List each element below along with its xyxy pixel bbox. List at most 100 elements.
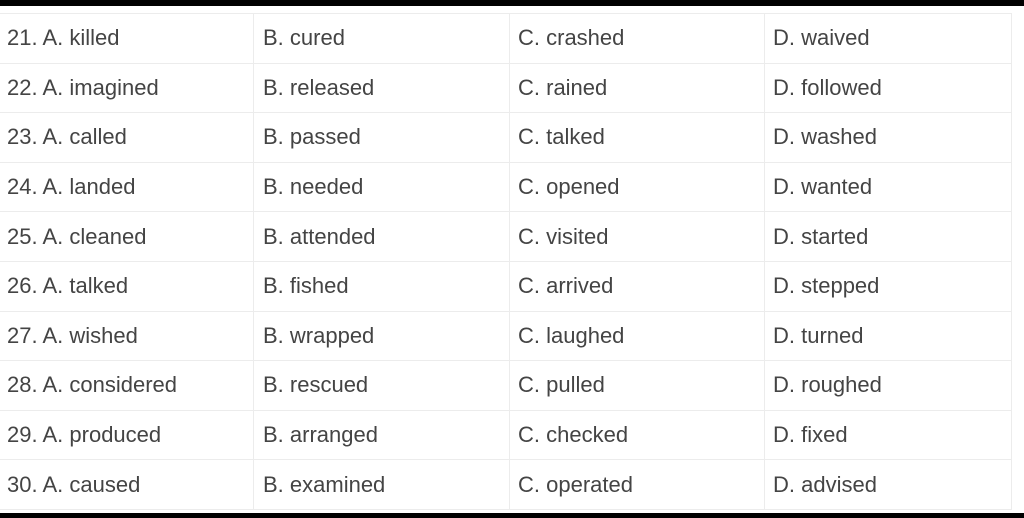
document-page: 21. A. killed B. cured C. crashed D. waived… [0, 6, 1024, 513]
option-a-cell: 24. A. landed [0, 162, 254, 213]
question-number: 23. [7, 124, 38, 150]
option-d: D. wanted [773, 174, 873, 200]
option-c-cell: C. rained [509, 63, 765, 114]
question-number: 22. [7, 74, 38, 100]
option-c: C. visited [518, 223, 609, 249]
question-number: 25. [7, 223, 38, 249]
option-d-cell: D. wanted [764, 162, 1012, 213]
option-a-cell: 22. A. imagined [0, 63, 254, 114]
option-c: C. operated [518, 471, 633, 497]
option-b-cell: B. cured [253, 13, 510, 64]
option-a: A. killed [42, 25, 120, 51]
option-c: C. opened [518, 174, 620, 200]
option-c: C. laughed [518, 322, 625, 348]
option-a: A. called [42, 124, 127, 150]
option-c-cell: C. arrived [509, 261, 765, 312]
option-d: D. roughed [773, 372, 882, 398]
question-number: 26. [7, 273, 38, 299]
option-d-cell: D. followed [764, 63, 1012, 114]
question-row: 22. A. imagined B. released C. rained D. fo… [0, 63, 1012, 114]
option-b-cell: B. released [253, 63, 510, 114]
option-c: C. talked [518, 124, 605, 150]
option-b-cell: B. arranged [253, 410, 510, 461]
option-d-cell: D. waived [764, 13, 1012, 64]
option-a: A. produced [42, 422, 162, 448]
option-b: B. rescued [263, 372, 369, 398]
question-number: 24. [7, 174, 38, 200]
question-row: 29. A. produced B. arranged C. checked D. f… [0, 410, 1012, 461]
option-d-cell: D. stepped [764, 261, 1012, 312]
option-a: A. talked [42, 273, 129, 299]
option-d-cell: D. roughed [764, 360, 1012, 411]
option-c-cell: C. checked [509, 410, 765, 461]
option-b: B. attended [263, 223, 376, 249]
option-d: D. waived [773, 25, 870, 51]
option-b: B. passed [263, 124, 361, 150]
exercise-table: 21. A. killed B. cured C. crashed D. waived… [0, 13, 1012, 510]
option-c-cell: C. operated [509, 459, 765, 510]
option-c: C. pulled [518, 372, 605, 398]
option-a-cell: 21. A. killed [0, 13, 254, 64]
question-row: 24. A. landed B. needed C. opened D. wanted [0, 162, 1012, 213]
option-b-cell: B. rescued [253, 360, 510, 411]
question-number: 27. [7, 322, 38, 348]
question-row: 28. A. considered B. rescued C. pulled D. r… [0, 360, 1012, 411]
option-d: D. turned [773, 322, 864, 348]
option-a: A. landed [42, 174, 136, 200]
option-a-cell: 23. A. called [0, 112, 254, 163]
question-number: 29. [7, 422, 38, 448]
option-d: D. started [773, 223, 869, 249]
option-d: D. advised [773, 471, 877, 497]
option-a-cell: 29. A. produced [0, 410, 254, 461]
option-a-cell: 25. A. cleaned [0, 211, 254, 262]
option-c-cell: C. visited [509, 211, 765, 262]
question-row: 27. A. wished B. wrapped C. laughed D. turn… [0, 311, 1012, 362]
option-d: D. stepped [773, 273, 880, 299]
option-d: D. washed [773, 124, 877, 150]
option-c: C. rained [518, 74, 608, 100]
option-b: B. fished [263, 273, 349, 299]
option-d-cell: D. turned [764, 311, 1012, 362]
option-a: A. wished [42, 322, 138, 348]
option-b-cell: B. fished [253, 261, 510, 312]
option-b: B. examined [263, 471, 386, 497]
option-a: A. imagined [42, 74, 159, 100]
question-row: 26. A. talked B. fished C. arrived D. stepp… [0, 261, 1012, 312]
option-b-cell: B. passed [253, 112, 510, 163]
option-c-cell: C. opened [509, 162, 765, 213]
question-row: 23. A. called B. passed C. talked D. washed [0, 112, 1012, 163]
question-row: 30. A. caused B. examined C. operated D. ad… [0, 459, 1012, 510]
option-d-cell: D. washed [764, 112, 1012, 163]
option-b-cell: B. needed [253, 162, 510, 213]
option-a-cell: 26. A. talked [0, 261, 254, 312]
option-c: C. checked [518, 422, 629, 448]
option-a-cell: 30. A. caused [0, 459, 254, 510]
option-c-cell: C. laughed [509, 311, 765, 362]
option-a-cell: 28. A. considered [0, 360, 254, 411]
question-number: 28. [7, 372, 38, 398]
option-b: B. wrapped [263, 322, 375, 348]
option-c: C. arrived [518, 273, 614, 299]
question-row: 25. A. cleaned B. attended C. visited D. st… [0, 211, 1012, 262]
question-number: 30. [7, 471, 38, 497]
option-d-cell: D. advised [764, 459, 1012, 510]
option-b: B. cured [263, 25, 345, 51]
option-c-cell: C. pulled [509, 360, 765, 411]
option-b: B. arranged [263, 422, 378, 448]
question-number: 21. [7, 25, 38, 51]
option-b: B. released [263, 74, 375, 100]
option-c: C. crashed [518, 25, 625, 51]
option-c-cell: C. crashed [509, 13, 765, 64]
option-a: A. cleaned [42, 223, 147, 249]
option-d: D. fixed [773, 422, 848, 448]
option-d-cell: D. started [764, 211, 1012, 262]
option-a-cell: 27. A. wished [0, 311, 254, 362]
option-a: A. considered [42, 372, 178, 398]
option-d: D. followed [773, 74, 882, 100]
option-c-cell: C. talked [509, 112, 765, 163]
option-a: A. caused [42, 471, 141, 497]
option-b-cell: B. attended [253, 211, 510, 262]
option-d-cell: D. fixed [764, 410, 1012, 461]
option-b: B. needed [263, 174, 364, 200]
question-row: 21. A. killed B. cured C. crashed D. waived [0, 13, 1012, 64]
